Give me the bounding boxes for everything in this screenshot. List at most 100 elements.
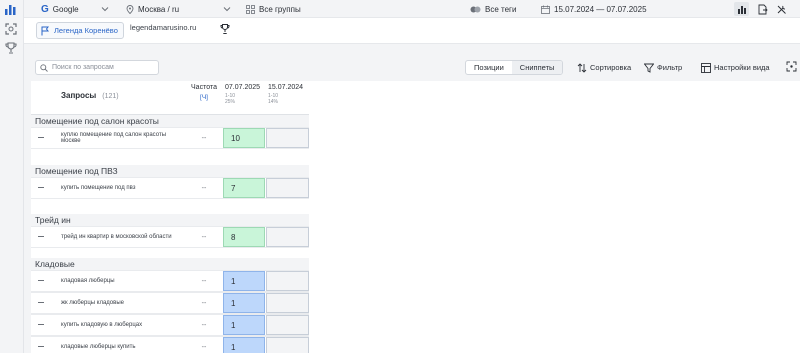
row-collapse-icon[interactable] xyxy=(38,236,44,237)
app-root: G Google Москва / ru Все группы Все теги… xyxy=(0,0,800,353)
frequency-value: -- xyxy=(201,321,207,329)
frequency-value: -- xyxy=(201,343,207,351)
project-tag[interactable]: Легенда Коренёво xyxy=(36,22,124,39)
query-text: кладовая люберцы xyxy=(61,277,115,284)
frequency-header[interactable]: Частота [Ч] xyxy=(187,84,221,101)
position-cell[interactable]: 1 xyxy=(223,315,265,335)
chevron-down-icon xyxy=(223,7,231,12)
date-range-picker[interactable]: 15.07.2024 — 07.07.2025 xyxy=(541,0,647,18)
query-text: купить кладовую в люберцах xyxy=(61,321,143,328)
tags-select[interactable]: Все теги xyxy=(470,0,516,18)
tools-icon[interactable] xyxy=(776,4,787,15)
group-header[interactable]: Трейд ин xyxy=(31,214,309,226)
position-cell[interactable]: 1 xyxy=(223,293,265,313)
grid-icon xyxy=(246,4,255,14)
group-header[interactable]: Помещение под ПВЗ xyxy=(31,165,309,177)
queries-header-label: Запросы xyxy=(61,91,97,100)
view-settings-button[interactable]: Настройки вида xyxy=(701,61,770,74)
query-text: кладовые люберцы купить xyxy=(61,343,136,350)
row-collapse-icon[interactable] xyxy=(38,346,44,347)
group-header[interactable]: Кладовые xyxy=(31,258,309,270)
left-rail xyxy=(0,0,24,353)
trophy-icon[interactable] xyxy=(219,23,231,35)
frequency-value: -- xyxy=(201,233,207,241)
query-text: куплю помещение под салон красоты москве xyxy=(61,131,167,145)
project-name: Легенда Коренёво xyxy=(54,26,118,35)
date-column-header[interactable]: 15.07.2024 1-10 14% xyxy=(268,84,309,105)
table-row[interactable]: куплю помещение под салон красоты москве… xyxy=(31,127,309,149)
export-icon[interactable] xyxy=(757,4,768,15)
table-row[interactable]: купить помещение под пвз -- 7 xyxy=(31,177,309,199)
chart-view-button[interactable] xyxy=(734,2,749,16)
sort-button[interactable]: Сортировка xyxy=(577,61,631,74)
sort-icon xyxy=(577,62,587,73)
query-search-input[interactable] xyxy=(52,64,152,71)
queries-header[interactable]: Запросы (121) xyxy=(61,91,119,100)
region-select[interactable]: Москва / ru xyxy=(126,0,231,18)
position-cell-empty[interactable] xyxy=(266,227,309,247)
row-collapse-icon[interactable] xyxy=(38,187,44,188)
table-row[interactable]: купить кладовую в люберцах -- 1 xyxy=(31,314,309,336)
row-collapse-icon[interactable] xyxy=(38,280,44,281)
date-label: 07.07.2025 xyxy=(225,84,261,91)
position-cell-empty[interactable] xyxy=(266,293,309,313)
table-row[interactable]: кладовые люберцы купить -- 1 xyxy=(31,336,309,353)
date-top-percent: 14% xyxy=(268,99,279,105)
scan-icon[interactable] xyxy=(3,21,19,37)
queries-table: Запросы (121) Частота [Ч] 07.07.2025 1-10… xyxy=(31,81,309,353)
filter-icon xyxy=(644,63,654,73)
tab-snippets[interactable]: Сниппеты xyxy=(511,61,563,74)
position-cell[interactable]: 8 xyxy=(223,227,265,247)
frequency-header-label: Частота xyxy=(191,84,217,91)
search-engine-select[interactable]: G Google xyxy=(41,0,109,18)
empty-content-area xyxy=(309,81,800,353)
analytics-icon[interactable] xyxy=(3,1,19,17)
trophy-icon[interactable] xyxy=(3,40,19,56)
table-body: Помещение под салон красоты куплю помещен… xyxy=(31,115,309,353)
table-row[interactable]: жк люберцы кладовые -- 1 xyxy=(31,292,309,314)
position-cell[interactable]: 1 xyxy=(223,337,265,353)
project-domain[interactable]: legendamarusino.ru xyxy=(130,23,196,32)
tags-label: Все теги xyxy=(485,4,517,14)
expand-icon[interactable] xyxy=(786,61,797,72)
date-range-label: 15.07.2024 — 07.07.2025 xyxy=(554,4,647,14)
frequency-value: -- xyxy=(201,299,207,307)
table-left-gutter xyxy=(24,81,31,353)
query-toolbar: Позиции Сниппеты Сортировка Фильтр Настр… xyxy=(24,44,800,81)
group-header[interactable]: Помещение под салон красоты xyxy=(31,115,309,127)
position-cell-empty[interactable] xyxy=(266,178,309,198)
location-pin-icon xyxy=(126,4,134,14)
google-icon: G xyxy=(41,3,49,15)
query-text: трейд ин квартир в московской области xyxy=(61,233,172,240)
tab-positions[interactable]: Позиции xyxy=(466,61,512,74)
sort-label: Сортировка xyxy=(590,63,632,72)
table-row[interactable]: кладовая люберцы -- 1 xyxy=(31,270,309,292)
row-collapse-icon[interactable] xyxy=(38,137,44,138)
frequency-value: -- xyxy=(201,184,207,192)
position-cell[interactable]: 1 xyxy=(223,271,265,291)
table-row[interactable]: трейд ин квартир в московской области -- 8 xyxy=(31,226,309,248)
position-cell[interactable]: 7 xyxy=(223,178,265,198)
tags-icon xyxy=(470,6,481,12)
row-collapse-icon[interactable] xyxy=(38,302,44,303)
view-mode-tabs: Позиции Сниппеты xyxy=(465,60,564,75)
groups-select[interactable]: Все группы xyxy=(246,0,301,18)
row-collapse-icon[interactable] xyxy=(38,324,44,325)
position-cell-empty[interactable] xyxy=(266,271,309,291)
filter-button[interactable]: Фильтр xyxy=(644,61,682,74)
project-bar: Легенда Коренёво legendamarusino.ru xyxy=(24,18,800,44)
position-cell-empty[interactable] xyxy=(266,128,309,148)
table-settings-icon xyxy=(701,62,711,73)
position-cell[interactable]: 10 xyxy=(223,128,265,148)
frequency-type: [Ч] xyxy=(200,94,208,101)
date-column-header[interactable]: 07.07.2025 1-10 25% xyxy=(225,84,266,105)
calendar-icon xyxy=(541,5,550,14)
query-text: жк люберцы кладовые xyxy=(61,299,124,306)
date-label: 15.07.2024 xyxy=(268,84,304,91)
query-text: купить помещение под пвз xyxy=(61,184,136,191)
frequency-value: -- xyxy=(201,134,207,142)
bar-chart-icon xyxy=(737,5,746,14)
position-cell-empty[interactable] xyxy=(266,315,309,335)
top-right-actions xyxy=(734,0,787,18)
position-cell-empty[interactable] xyxy=(266,337,309,353)
